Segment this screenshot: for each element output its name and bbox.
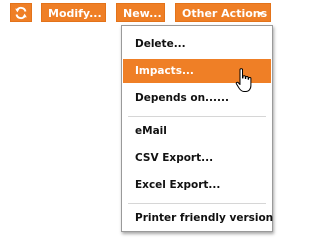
- menu-separator: [128, 203, 266, 204]
- refresh-button[interactable]: [10, 3, 32, 22]
- caret-down-icon: [258, 12, 264, 16]
- other-actions-label: Other Actions: [182, 7, 268, 20]
- menu-item-delete[interactable]: Delete...: [123, 32, 271, 56]
- other-actions-dropdown-menu: Delete... Impacts... Depends on...... eM…: [121, 25, 273, 232]
- menu-separator: [128, 116, 266, 117]
- toolbar: Modify... New... Other Actions: [0, 0, 280, 24]
- menu-item-csv-export[interactable]: CSV Export...: [123, 146, 271, 170]
- other-actions-button[interactable]: Other Actions: [175, 3, 271, 22]
- menu-item-excel-export[interactable]: Excel Export...: [123, 173, 271, 197]
- menu-item-email[interactable]: eMail: [123, 119, 271, 143]
- modify-button[interactable]: Modify...: [41, 3, 106, 22]
- menu-item-printer-friendly-version[interactable]: Printer friendly version: [123, 206, 273, 230]
- new-button[interactable]: New...: [116, 3, 165, 22]
- refresh-icon: [15, 6, 27, 20]
- hand-pointer-icon: [235, 68, 252, 92]
